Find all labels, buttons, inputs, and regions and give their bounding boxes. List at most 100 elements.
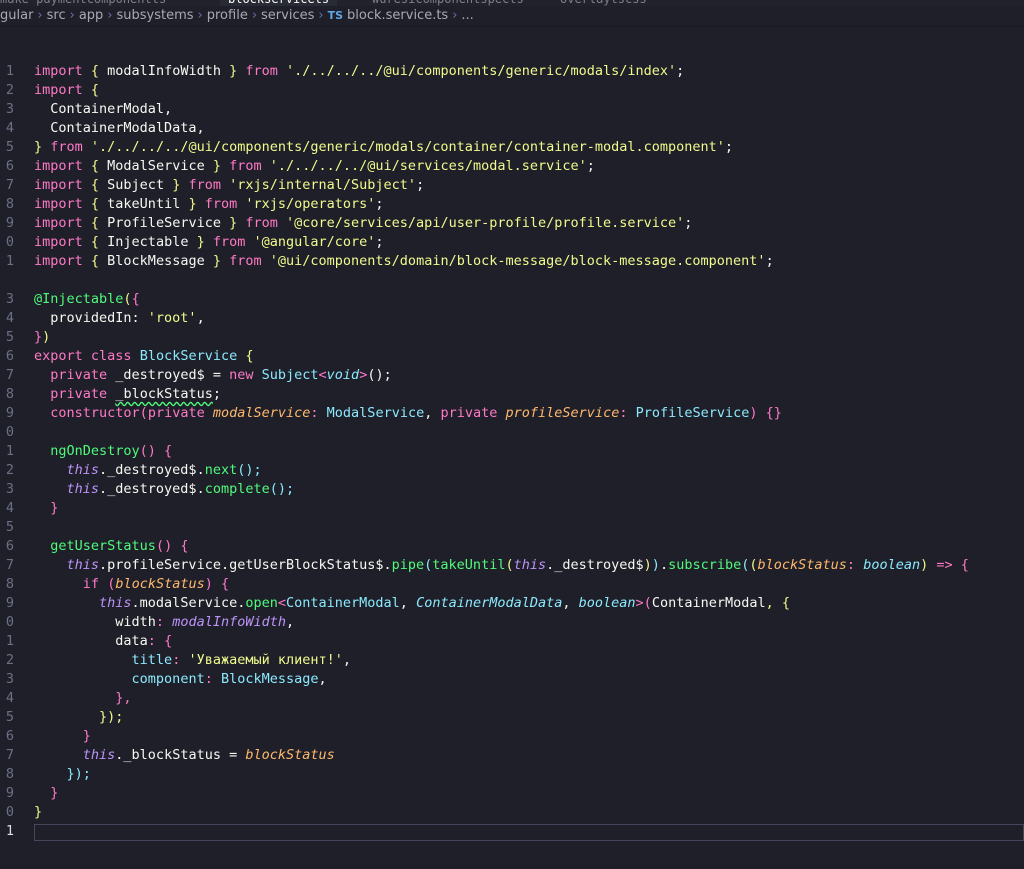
punct: , [196,310,205,326]
tab-wures-component[interactable]: wuresicomponentspects [372,0,524,6]
line-number: 6 [5,158,14,174]
punct: ; [765,253,774,269]
type: ProfileService [635,405,750,421]
code-line: 9 this.modalService.open<ContainerModal,… [0,594,1024,613]
code-line: 6 export class BlockService { [0,347,1024,366]
punct: ; [416,177,425,193]
identifier: .profileService.getUserBlockStatus$. [99,557,392,573]
identifier: modalInfoWidth [172,614,286,630]
parameter: blockStatus [245,747,335,763]
method-name: next [204,462,238,478]
line-number: 8 [5,576,14,592]
paren: () { [155,538,189,554]
paren: ) [920,557,929,573]
breadcrumb-ellipsis[interactable]: ... [461,8,473,23]
breadcrumb-item[interactable]: subsystems [117,8,194,23]
line-number: 0 [5,614,14,630]
code-line: 1 data: { [0,632,1024,651]
code-line: 5 [0,518,1024,537]
breadcrumb: gular › src › app › subsystems › profile › service… [0,6,1024,27]
code-editor[interactable]: 1 import { modalInfoWidth } from './../..… [0,27,1024,869]
identifier: _blockStatus [115,386,213,402]
method-name: complete [204,481,270,497]
brace: } [164,177,189,193]
breadcrumb-item[interactable]: services [261,8,314,23]
line-number: 2 [5,652,14,668]
code-line: 4 }, [0,689,1024,708]
type: boolean [578,595,636,611]
type: ContainerModal [286,595,400,611]
breadcrumb-item[interactable]: gular [0,8,33,23]
tab-make-payment[interactable]: make-paymentcomponentts [0,0,166,6]
method-name: subscribe [668,557,742,573]
brace: } [50,500,59,516]
keyword: from [212,234,246,250]
line-number: 3 [5,291,14,307]
line-number: 5 [5,329,14,345]
identifier: BlockMessage [220,671,319,687]
paren: () { [139,443,173,459]
class-name: Subject [261,367,319,383]
code-line: 3 this._destroyed$.complete(); [0,480,1024,499]
keyword: import [34,215,83,231]
parameter: blockStatus [757,557,847,573]
brace: } [204,253,230,269]
type: ContainerModalData [416,595,563,611]
keyword: this [66,462,100,478]
breadcrumb-item[interactable]: app [79,8,103,23]
paren: ( [749,557,758,573]
punct: : [846,557,864,573]
keyword: private [50,386,108,402]
keyword: constructor [50,405,140,421]
typescript-file-icon: TS [327,9,344,22]
paren: ( [505,557,514,573]
string: '@ui/components/domain/block-message/blo… [269,253,766,269]
brace: }); [99,709,124,725]
paren: ) [42,329,51,345]
brace: }); [66,766,91,782]
brace: } [220,215,246,231]
breadcrumb-file[interactable]: block.service.ts [347,8,448,23]
line-number: 9 [5,595,14,611]
line-number: 5 [5,139,14,155]
punct: , [285,614,295,630]
punct: ; [676,63,685,79]
code-line: 9 import { ProfileService } from '@core/s… [0,214,1024,233]
line-number: 7 [5,747,14,763]
identifier: ._destroyed$. [99,481,205,497]
punct: ; [586,158,595,174]
punct: (); [237,462,262,478]
chevron-right-icon: › [37,8,43,23]
keyword: from [245,63,278,79]
identifier: ContainerModal, [34,101,173,117]
brace: } [34,329,43,345]
line-number: 1 [5,823,14,839]
code-line: 1 [0,822,1024,841]
line-number: 0 [5,424,14,440]
punct: : [147,633,165,649]
brace: } [220,63,246,79]
punct: ; [212,386,221,402]
keyword: this [66,557,100,573]
brace: } [34,139,51,155]
code-line: 8 import { takeUntil } from 'rxjs/operato… [0,195,1024,214]
keyword: class [90,348,132,364]
punct: . [659,557,669,573]
method-name: pipe [391,557,425,573]
chevron-right-icon: › [69,8,75,23]
line-number: 7 [5,177,14,193]
punct: , [424,405,441,421]
breadcrumb-item[interactable]: src [47,8,66,23]
line-number: 6 [5,538,14,554]
breadcrumb-item[interactable]: profile [207,8,248,23]
punct: ; [375,234,384,250]
brace: } [188,234,213,250]
keyword: from [204,196,238,212]
property: width [115,614,156,630]
keyword: this [82,747,116,763]
tab-overlay[interactable]: overlaytscss [560,0,647,6]
tab-block-service[interactable]: blockservicets [220,0,338,6]
identifier: takeUntil [107,196,181,212]
method-name: ngOnDestroy [50,443,140,459]
class-name: BlockService [139,348,238,364]
